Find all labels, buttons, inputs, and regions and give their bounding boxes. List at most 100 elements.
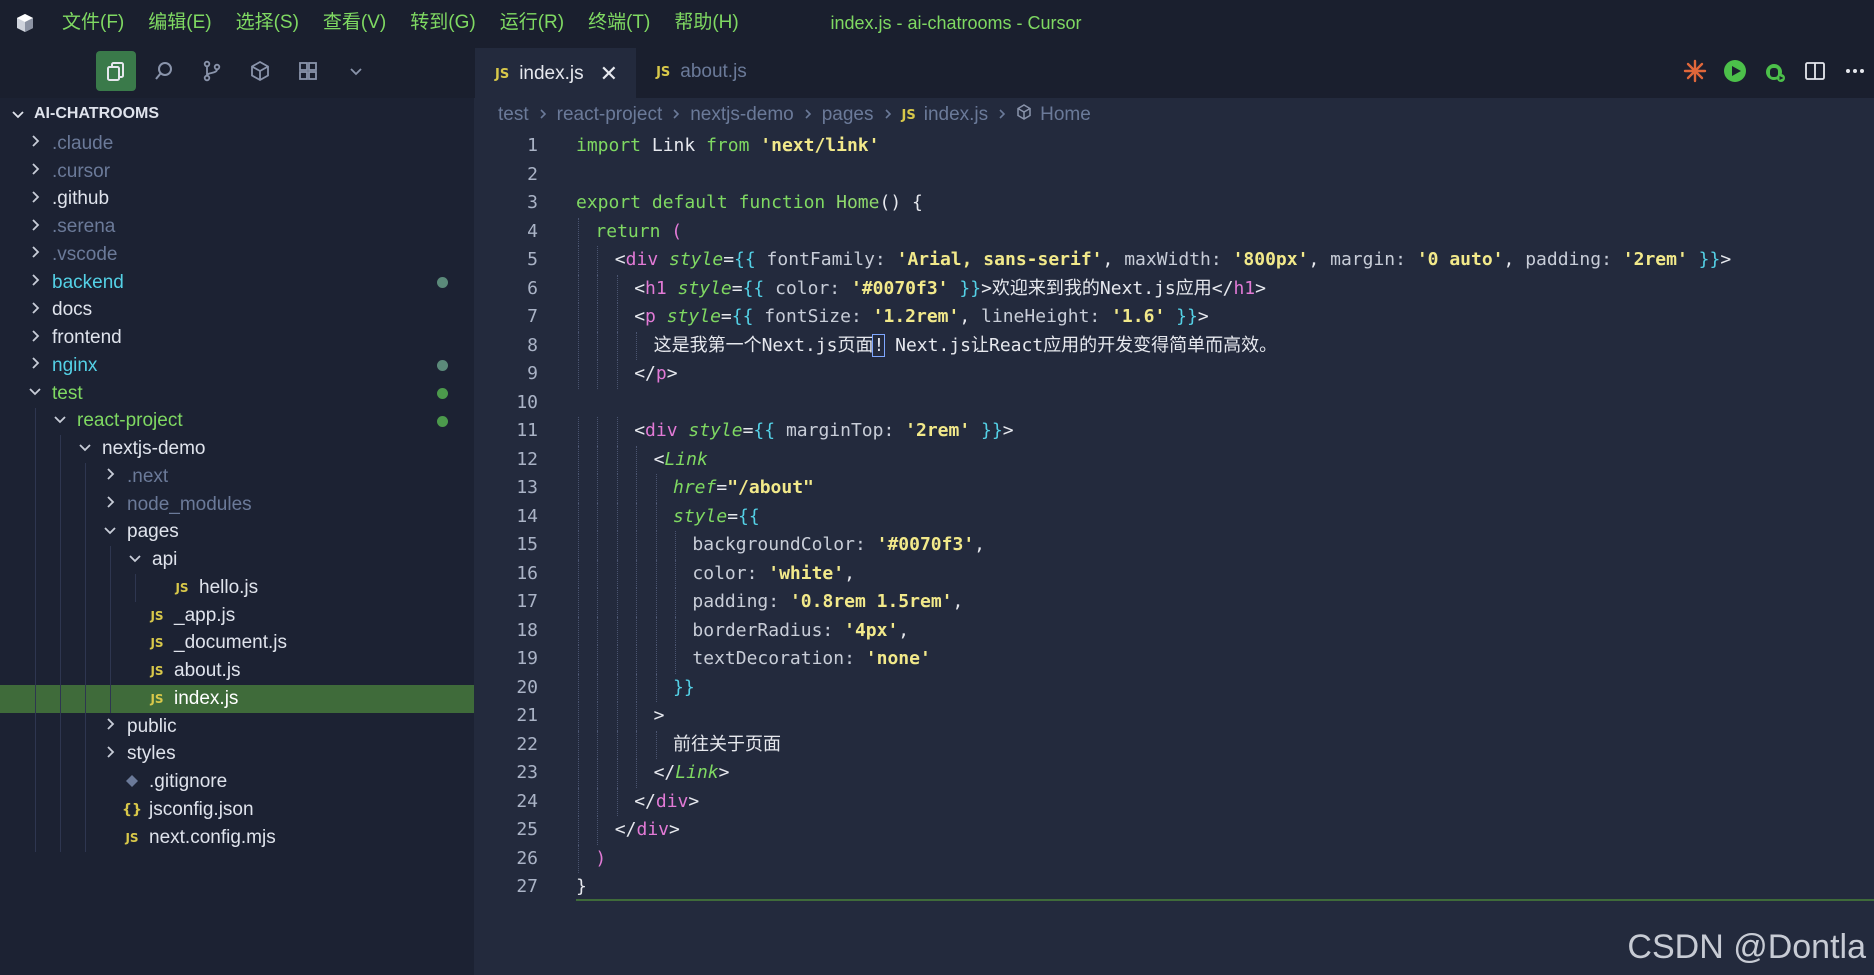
indent-guide [616,759,618,788]
tree-item[interactable]: backend [0,269,474,297]
tree-item[interactable]: test [0,380,474,408]
chevron-down-icon[interactable] [336,51,376,91]
tree-item[interactable]: .github [0,186,474,214]
code-line[interactable]: 2 [474,161,1874,190]
tree-item[interactable]: JS hello.js [0,574,474,602]
code-line[interactable]: 10 [474,389,1874,418]
tree-item[interactable]: .serena [0,213,474,241]
explorer-root[interactable]: AI-CHATROOMS [0,98,474,130]
tree-item[interactable]: JS _document.js [0,629,474,658]
tab-index-js[interactable]: JS index.js ✕ [475,46,637,100]
debug-icon[interactable] [1760,54,1790,88]
code-token: h1 [1233,277,1256,299]
code-line[interactable]: 14 style={{ [474,502,1874,531]
menu-item[interactable]: 文件(F) [50,0,136,46]
code-text: }} [673,674,695,703]
code-line[interactable]: 6 <h1 style={{ color: '#0070f3' }}>欢迎来到我的… [474,274,1874,303]
tree-item[interactable]: nextjs-demo [0,435,474,463]
code-token: = [720,306,732,327]
menu-item[interactable]: 帮助(H) [662,0,750,46]
tree-item[interactable]: frontend [0,324,474,352]
code-line[interactable]: 25 </div> [474,816,1874,845]
breadcrumb-item[interactable]: nextjs-demo [690,104,794,126]
code-line[interactable]: 3 export default function Home() { [474,189,1874,218]
tree-item[interactable]: pages [0,518,474,547]
code-token: > [1197,306,1209,327]
split-editor-icon[interactable] [1800,54,1830,88]
indent-guide [597,531,599,560]
extensions-icon[interactable] [240,51,280,91]
code-line[interactable]: 1 import Link from 'next/link' [474,132,1874,161]
code-line[interactable]: 9 </p> [474,360,1874,389]
menu-item[interactable]: 转到(G) [398,0,487,46]
close-icon[interactable]: ✕ [600,61,618,87]
breadcrumb-item[interactable]: react-project [557,104,663,126]
breadcrumb-item[interactable]: test [498,104,529,126]
code-line[interactable]: 11 <div style={{ marginTop: '2rem' }}> [474,417,1874,446]
code-line[interactable]: 27} [474,873,1874,902]
code-line[interactable]: 24 </div> [474,787,1874,816]
menu-item[interactable]: 查看(V) [311,0,398,46]
tree-item[interactable]: .gitignore [0,768,474,796]
code-line[interactable]: 20}} [474,673,1874,703]
tree-item[interactable]: docs [0,297,474,325]
code-line[interactable]: 26) [474,844,1874,873]
code-line[interactable]: 5 <div style={{ fontFamily: 'Arial, sans-… [474,246,1874,275]
search-icon[interactable] [144,51,184,91]
git-file-icon [121,774,143,790]
code-token: {{ [731,306,754,327]
indent-guide [35,629,36,658]
code-line[interactable]: 19 textDecoration: 'none' [474,645,1874,674]
tree-item[interactable]: JS next.config.mjs [0,823,474,852]
code-line[interactable]: 12 <Link [474,445,1874,474]
code-token: , [1102,249,1125,270]
breadcrumb-symbol[interactable]: Home [1040,104,1091,126]
tree-item[interactable]: {} jsconfig.json [0,796,474,824]
code-token: 'none' [865,648,931,669]
code-line[interactable]: 13 href="/about" [474,474,1874,503]
tree-item[interactable]: react-project [0,407,474,436]
code-line[interactable]: 18 borderRadius: '4px', [474,616,1874,645]
tree-item[interactable]: styles [0,740,474,769]
code-line[interactable]: 8 这是我第一个Next.js页面! Next.js让React应用的开发变得简单… [474,331,1874,360]
run-icon[interactable] [1720,54,1750,88]
breadcrumb-item[interactable]: pages [822,104,874,126]
tree-item[interactable]: JS _app.js [0,601,474,630]
tree-item[interactable]: .claude [0,130,474,158]
menu-item[interactable]: 选择(S) [224,0,311,46]
code-line[interactable]: 7 <p style={{ fontSize: '1.2rem', lineHei… [474,303,1874,332]
tree-item[interactable]: .cursor [0,158,474,186]
tree-item[interactable]: JS about.js [0,657,474,685]
tree-item[interactable]: public [0,712,474,741]
code-line[interactable]: 4 return ( [474,217,1874,246]
menu-item[interactable]: 编辑(E) [136,0,223,46]
indent-guide [85,546,86,574]
tree-item[interactable]: .vscode [0,241,474,269]
code-line[interactable]: 22 前往关于页面 [474,730,1874,759]
tab-about-js[interactable]: JS about.js [636,46,765,98]
sparkle-icon[interactable] [1680,54,1710,88]
files-icon[interactable] [96,51,136,91]
breadcrumb-file[interactable]: index.js [924,104,988,126]
tree-item[interactable]: api [0,546,474,574]
tree-item[interactable]: JS index.js [0,685,474,713]
tree-item[interactable]: nginx [0,352,474,380]
layout-grid-icon[interactable] [288,51,328,91]
code-line[interactable]: 23 </Link> [474,759,1874,788]
menu-item[interactable]: 运行(R) [488,0,576,46]
menu-item[interactable]: 终端(T) [576,0,662,46]
code-line[interactable]: 17 padding: '0.8rem 1.5rem', [474,588,1874,617]
source-control-icon[interactable] [192,51,232,91]
code-area[interactable]: 1 import Link from 'next/link' 2 3 export de… [474,132,1874,902]
code-token: ) [595,847,607,869]
code-token: }} [981,420,1003,441]
code-token: Next.js [1099,277,1176,299]
tree-item[interactable]: node_modules [0,490,474,519]
code-line[interactable]: 16 color: 'white', [474,559,1874,588]
code-line[interactable]: 21 > [474,702,1874,731]
tree-item[interactable]: .next [0,463,474,491]
code-line[interactable]: 15 backgroundColor: '#0070f3', [474,531,1874,560]
more-icon[interactable] [1840,54,1870,88]
